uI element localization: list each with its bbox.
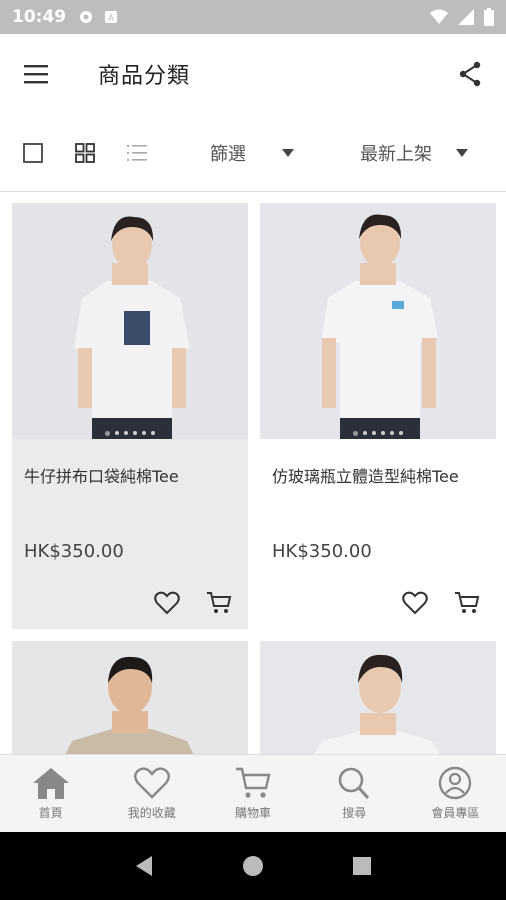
product-photo (12, 203, 248, 439)
user-icon (439, 766, 472, 800)
nav-favorites[interactable]: 我的收藏 (101, 755, 202, 832)
product-card[interactable]: 牛仔拼布口袋純棉Tee HK$350.00 (12, 203, 248, 629)
share-icon[interactable] (458, 61, 482, 87)
status-time: 10:49 (12, 7, 67, 27)
search-icon (338, 767, 370, 800)
wifi-icon (430, 9, 448, 24)
notification-a-icon: A (105, 11, 118, 23)
nav-cart[interactable]: 購物車 (202, 755, 303, 832)
settings-icon (80, 11, 93, 23)
square-icon (23, 142, 43, 163)
chevron-down-icon (282, 148, 294, 157)
product-name[interactable]: 牛仔拼布口袋純棉Tee (12, 439, 248, 531)
heart-icon (133, 767, 170, 799)
nav-search[interactable]: 搜尋 (304, 755, 405, 832)
battery-icon (484, 8, 494, 26)
app-bar: 商品分類 (0, 34, 506, 114)
product-photo (260, 641, 496, 761)
product-photo (260, 203, 496, 439)
list-icon (127, 144, 147, 161)
signal-icon (458, 9, 474, 25)
product-image[interactable] (260, 203, 496, 439)
product-image[interactable] (260, 641, 496, 761)
cart-icon (236, 767, 271, 798)
bottom-navigation: 首頁 我的收藏 購物車 搜尋 會員專區 (0, 754, 506, 832)
nav-label: 會員專區 (431, 806, 480, 820)
filter-dropdown[interactable]: 篩選 (210, 140, 294, 166)
nav-label: 購物車 (235, 806, 272, 820)
product-price: HK$350.00 (272, 541, 372, 562)
image-carousel-dots (260, 427, 496, 439)
back-icon[interactable] (134, 855, 154, 877)
image-carousel-dots (12, 427, 248, 439)
menu-icon[interactable] (24, 64, 48, 84)
product-name[interactable]: 仿玻璃瓶立體造型純棉Tee (260, 439, 496, 531)
grid-icon (75, 142, 95, 163)
home-icon (32, 768, 69, 799)
grid-view-button[interactable] (74, 142, 96, 164)
heart-icon[interactable] (402, 591, 428, 615)
product-photo (12, 641, 248, 761)
svg-text:A: A (108, 13, 114, 23)
page-title: 商品分類 (98, 64, 191, 89)
product-card[interactable]: 仿玻璃瓶立體造型純棉Tee HK$350.00 (260, 203, 496, 629)
filter-label: 篩選 (210, 143, 246, 165)
recents-icon[interactable] (352, 856, 372, 876)
nav-member[interactable]: 會員專區 (405, 755, 506, 832)
product-card[interactable] (12, 641, 248, 761)
sort-label: 最新上架 (360, 143, 432, 165)
heart-icon[interactable] (154, 591, 180, 615)
nav-label: 首頁 (38, 806, 63, 820)
home-circle-icon[interactable] (242, 855, 264, 877)
nav-label: 我的收藏 (127, 806, 176, 820)
product-image[interactable] (12, 641, 248, 761)
system-navigation-bar (0, 832, 506, 900)
chevron-down-icon (456, 148, 468, 157)
nav-home[interactable]: 首頁 (0, 755, 101, 832)
product-image[interactable] (12, 203, 248, 439)
sort-dropdown[interactable]: 最新上架 (360, 140, 468, 166)
product-card[interactable] (260, 641, 496, 761)
nav-label: 搜尋 (342, 806, 367, 820)
single-view-button[interactable] (22, 142, 44, 164)
product-price: HK$350.00 (24, 541, 124, 562)
cart-icon[interactable] (206, 591, 232, 615)
cart-icon[interactable] (454, 591, 480, 615)
view-toolbar: 篩選 最新上架 (0, 114, 506, 192)
list-view-button[interactable] (126, 142, 148, 164)
status-bar: 10:49 A (0, 0, 506, 34)
